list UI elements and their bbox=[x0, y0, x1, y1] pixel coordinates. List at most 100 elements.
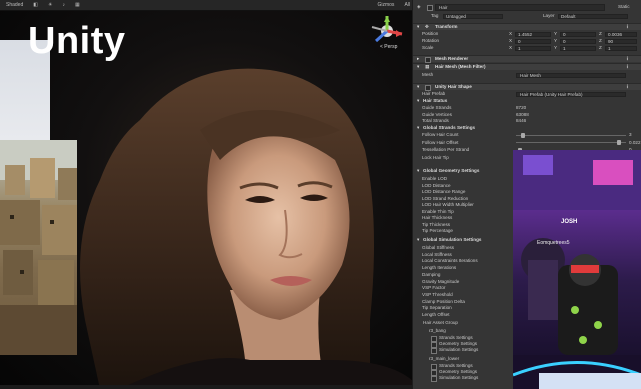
geometry-setting-row-label: LOD Distance bbox=[422, 182, 451, 188]
mesh-filter-icon: ▦ bbox=[425, 64, 430, 69]
simulation-setting-row-label: Length Iterations bbox=[422, 265, 457, 271]
effects-toggle-icon[interactable]: ▦ bbox=[73, 2, 82, 8]
scale-label: Scale bbox=[422, 45, 434, 50]
audio-toggle-icon[interactable]: ♪ bbox=[60, 2, 67, 8]
component-menu-icon[interactable]: ⋮ bbox=[625, 84, 630, 90]
geometry-setting-row-label: Enable Thin Tip bbox=[422, 208, 454, 214]
asset-group-row-label: r3_main_lower bbox=[429, 356, 460, 361]
foldout-arrow-icon[interactable]: ▾ bbox=[417, 168, 419, 174]
scene-view[interactable]: Unity Shaded ◧ ☀ ♪ ▦ Gizmos All < Persp bbox=[0, 0, 412, 389]
slider-knob[interactable] bbox=[616, 140, 621, 145]
tag-dropdown[interactable]: Untagged bbox=[443, 13, 503, 19]
strand-setting-row-label: Tessellation Per Strand bbox=[422, 147, 470, 152]
asset-group-item-checkbox[interactable] bbox=[431, 347, 437, 354]
foldout-arrow-icon[interactable]: ▾ bbox=[417, 98, 419, 104]
geometry-setting-row-label: LOD Distance Range bbox=[422, 189, 466, 194]
gameobject-icon: ◈ bbox=[417, 4, 421, 9]
simulation-setting-row-label: Clamp Position Delta bbox=[422, 298, 465, 304]
tag-layer-row: Tag Untagged Layer Default bbox=[413, 13, 641, 19]
slider-knob[interactable] bbox=[521, 132, 526, 138]
mesh-object-field[interactable]: Hair Mesh bbox=[516, 72, 626, 78]
foldout-arrow-icon[interactable]: ▸ bbox=[417, 56, 419, 62]
rotation-y-field[interactable]: 0 bbox=[560, 38, 596, 44]
scale-z-field[interactable]: 1 bbox=[605, 45, 637, 51]
component-menu-icon[interactable]: ⋮ bbox=[625, 56, 630, 62]
foldout-arrow-icon[interactable]: ▾ bbox=[417, 24, 419, 30]
static-toggle[interactable]: Static bbox=[618, 3, 630, 11]
mesh-renderer-title: Mesh Renderer bbox=[435, 56, 469, 61]
player-name-tag: Eomquetrees5 bbox=[537, 240, 570, 246]
city-photo bbox=[0, 140, 77, 355]
layer-dropdown[interactable]: Default bbox=[558, 13, 628, 19]
strand-settings-title: Global Strands Settings bbox=[423, 125, 476, 130]
position-x-field[interactable]: 1.4552 bbox=[515, 31, 551, 37]
footer-strip bbox=[0, 385, 412, 389]
foldout-arrow-icon[interactable]: ▾ bbox=[417, 237, 419, 243]
geometry-setting-row-label: LOD Hair Width Multiplier bbox=[422, 202, 474, 207]
rotation-z-field[interactable]: 90 bbox=[605, 38, 637, 44]
status-row-label: Guide Vertices bbox=[422, 111, 452, 117]
component-menu-icon[interactable]: ⋮ bbox=[625, 64, 630, 70]
geometry-setting-row-label: LOD Strand Reduction bbox=[422, 195, 469, 201]
position-y-field[interactable]: 0 bbox=[560, 31, 596, 37]
status-row-label: Total Strands bbox=[422, 118, 449, 123]
strand-setting-value[interactable]: 3 bbox=[629, 132, 632, 138]
position-label: Position bbox=[422, 31, 439, 36]
tag-label: Tag bbox=[431, 13, 439, 18]
strand-setting-row-label: Follow Hair Offset bbox=[422, 139, 459, 145]
strand-settings-header[interactable]: ▾ Global Strands Settings bbox=[413, 125, 641, 131]
simulation-settings-title: Global Simulation Settings bbox=[423, 237, 482, 242]
asset-group-item-checkbox[interactable] bbox=[431, 375, 437, 382]
position-z-field[interactable]: 0.0036 bbox=[605, 31, 637, 37]
object-name-field[interactable]: Hair bbox=[435, 3, 605, 11]
strand-setting-row: Follow Hair Count 3 bbox=[413, 132, 641, 138]
asset-group-item-label: Simulation Settings bbox=[439, 375, 479, 380]
mesh-label: Mesh bbox=[422, 72, 434, 77]
strand-setting-value[interactable]: 0.022 bbox=[629, 140, 641, 146]
scale-x-field[interactable]: 1 bbox=[515, 45, 551, 51]
status-row: Guide Vertices 63088 bbox=[413, 112, 641, 118]
component-menu-icon[interactable]: ⋮ bbox=[625, 24, 630, 30]
mesh-renderer-header[interactable]: ▸ Mesh Renderer ⋮ bbox=[413, 55, 641, 63]
search-field[interactable]: All bbox=[402, 2, 412, 8]
lighting-toggle-icon[interactable]: ☀ bbox=[46, 2, 54, 8]
status-value: 8446 bbox=[516, 118, 527, 123]
hair-shape-title: Unity Hair Shape bbox=[435, 84, 472, 89]
geometry-setting-row-label: Tip Percentage bbox=[422, 228, 453, 233]
orientation-gizmo-icon[interactable] bbox=[368, 14, 406, 48]
status-row-label: Guide Strands bbox=[422, 105, 452, 110]
foldout-arrow-icon[interactable]: ▾ bbox=[417, 64, 419, 70]
foldout-arrow-icon[interactable]: ▾ bbox=[417, 125, 419, 131]
simulation-setting-row-label: Length Offset bbox=[422, 312, 450, 317]
hair-prefab-field[interactable]: Hair Prefab (Unity Hair Prefab) bbox=[516, 91, 626, 97]
transform-header[interactable]: ▾ ✥ Transform ⋮ bbox=[413, 23, 641, 30]
hair-shape-header[interactable]: ▾ Unity Hair Shape ⋮ bbox=[413, 83, 641, 91]
status-value: 63088 bbox=[516, 111, 529, 117]
foldout-arrow-icon[interactable]: ▾ bbox=[417, 84, 419, 90]
active-checkbox[interactable] bbox=[427, 5, 433, 11]
hair-prefab-row: Hair Prefab Hair Prefab (Unity Hair Pref… bbox=[413, 91, 641, 97]
hair-status-header[interactable]: ▾ Hair Status bbox=[413, 98, 641, 104]
perspective-label[interactable]: < Persp bbox=[380, 44, 397, 50]
scene-toolbar: Shaded ◧ ☀ ♪ ▦ Gizmos All bbox=[0, 0, 412, 11]
simulation-setting-row-label: Gravity Magnitude bbox=[422, 278, 460, 284]
unity-title: Unity bbox=[28, 20, 126, 62]
2d-toggle-icon[interactable]: ◧ bbox=[31, 2, 40, 8]
mesh-filter-header[interactable]: ▾ ▦ Hair Mesh (Mesh Filter) ⋮ bbox=[413, 63, 641, 70]
transform-icon: ✥ bbox=[425, 24, 429, 29]
shading-mode-dropdown[interactable]: Shaded bbox=[4, 2, 25, 8]
rotation-x-field[interactable]: 0 bbox=[515, 38, 551, 44]
position-row: Position X 1.4552 Y0 Z 0.0036 bbox=[413, 31, 641, 37]
geometry-setting-row-label: Enable LOD bbox=[422, 176, 448, 181]
strand-setting-slider[interactable] bbox=[516, 132, 626, 138]
simulation-setting-row-label: VSP Factor bbox=[422, 285, 446, 291]
simulation-setting-row-label: VSP Threshold bbox=[422, 291, 453, 297]
simulation-setting-row-label: Local Constraints Iterations bbox=[422, 258, 478, 264]
scale-y-field[interactable]: 1 bbox=[560, 45, 596, 51]
vr-avatar-photo bbox=[513, 150, 641, 389]
gizmos-dropdown[interactable]: Gizmos bbox=[375, 2, 396, 8]
geometry-setting-row-label: Tip Thickness bbox=[422, 221, 451, 227]
asset-group-row-label: r3_bang bbox=[429, 328, 446, 333]
strand-setting-slider[interactable] bbox=[516, 140, 626, 145]
layer-label: Layer bbox=[543, 13, 555, 18]
